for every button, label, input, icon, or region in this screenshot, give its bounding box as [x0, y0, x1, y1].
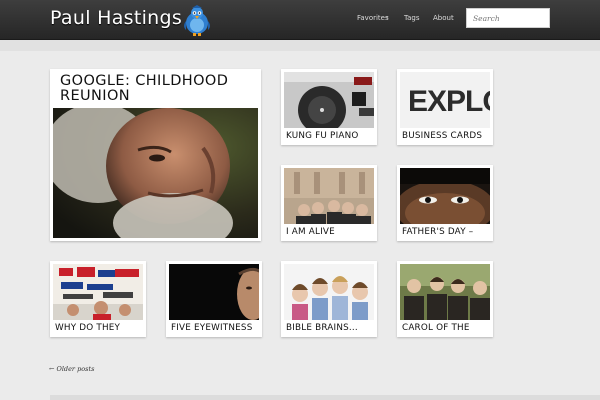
chevron-down-icon[interactable]: ▾ [386, 15, 389, 21]
header-subbar [0, 40, 600, 51]
footer-strip [50, 395, 600, 400]
featured-post-title[interactable]: GOOGLE: CHILDHOOD REUNION [60, 74, 250, 104]
post-title[interactable]: FIVE EYEWITNESS [171, 323, 257, 333]
post-card[interactable]: WHY DO THEY [50, 261, 146, 337]
post-thumbnail[interactable] [400, 264, 490, 320]
featured-post-image[interactable] [53, 108, 258, 238]
site-title-link[interactable]: Paul Hastings [50, 7, 182, 29]
post-title[interactable]: FATHER'S DAY – [402, 227, 488, 237]
post-card[interactable]: I AM ALIVE [281, 165, 377, 241]
featured-post-card[interactable]: GOOGLE: CHILDHOOD REUNION [50, 69, 261, 241]
post-title[interactable]: WHY DO THEY [55, 323, 141, 333]
post-title[interactable]: BUSINESS CARDS [402, 131, 488, 141]
post-thumbnail[interactable] [284, 264, 374, 320]
bird-logo-icon[interactable] [182, 4, 212, 37]
post-card[interactable]: KUNG FU PIANO [281, 69, 377, 145]
post-thumbnail[interactable] [284, 72, 374, 128]
nav-about[interactable]: About [433, 14, 454, 22]
search-input[interactable] [466, 8, 550, 28]
post-card[interactable]: CAROL OF THE [397, 261, 493, 337]
post-title[interactable]: BIBLE BRAINS... [286, 323, 372, 333]
post-thumbnail[interactable] [53, 264, 143, 320]
nav-favorites[interactable]: Favorites [357, 14, 389, 22]
post-title[interactable]: KUNG FU PIANO [286, 131, 372, 141]
post-thumbnail[interactable] [400, 168, 490, 224]
nav-tags[interactable]: Tags [404, 14, 420, 22]
older-posts-link[interactable]: ← Older posts [49, 365, 94, 373]
post-thumbnail[interactable] [169, 264, 259, 320]
post-title[interactable]: I AM ALIVE [286, 227, 372, 237]
post-thumbnail[interactable] [284, 168, 374, 224]
post-card[interactable]: EXPLO BUSINESS CARDS [397, 69, 493, 145]
thumbnail-text: EXPLO [408, 85, 490, 118]
site-header: Paul Hastings Favorites ▾ Tags About [0, 0, 600, 40]
post-card[interactable]: BIBLE BRAINS... [281, 261, 377, 337]
post-thumbnail[interactable]: EXPLO [400, 72, 490, 128]
post-card[interactable]: FATHER'S DAY – [397, 165, 493, 241]
post-title[interactable]: CAROL OF THE [402, 323, 488, 333]
post-card[interactable]: FIVE EYEWITNESS [166, 261, 262, 337]
